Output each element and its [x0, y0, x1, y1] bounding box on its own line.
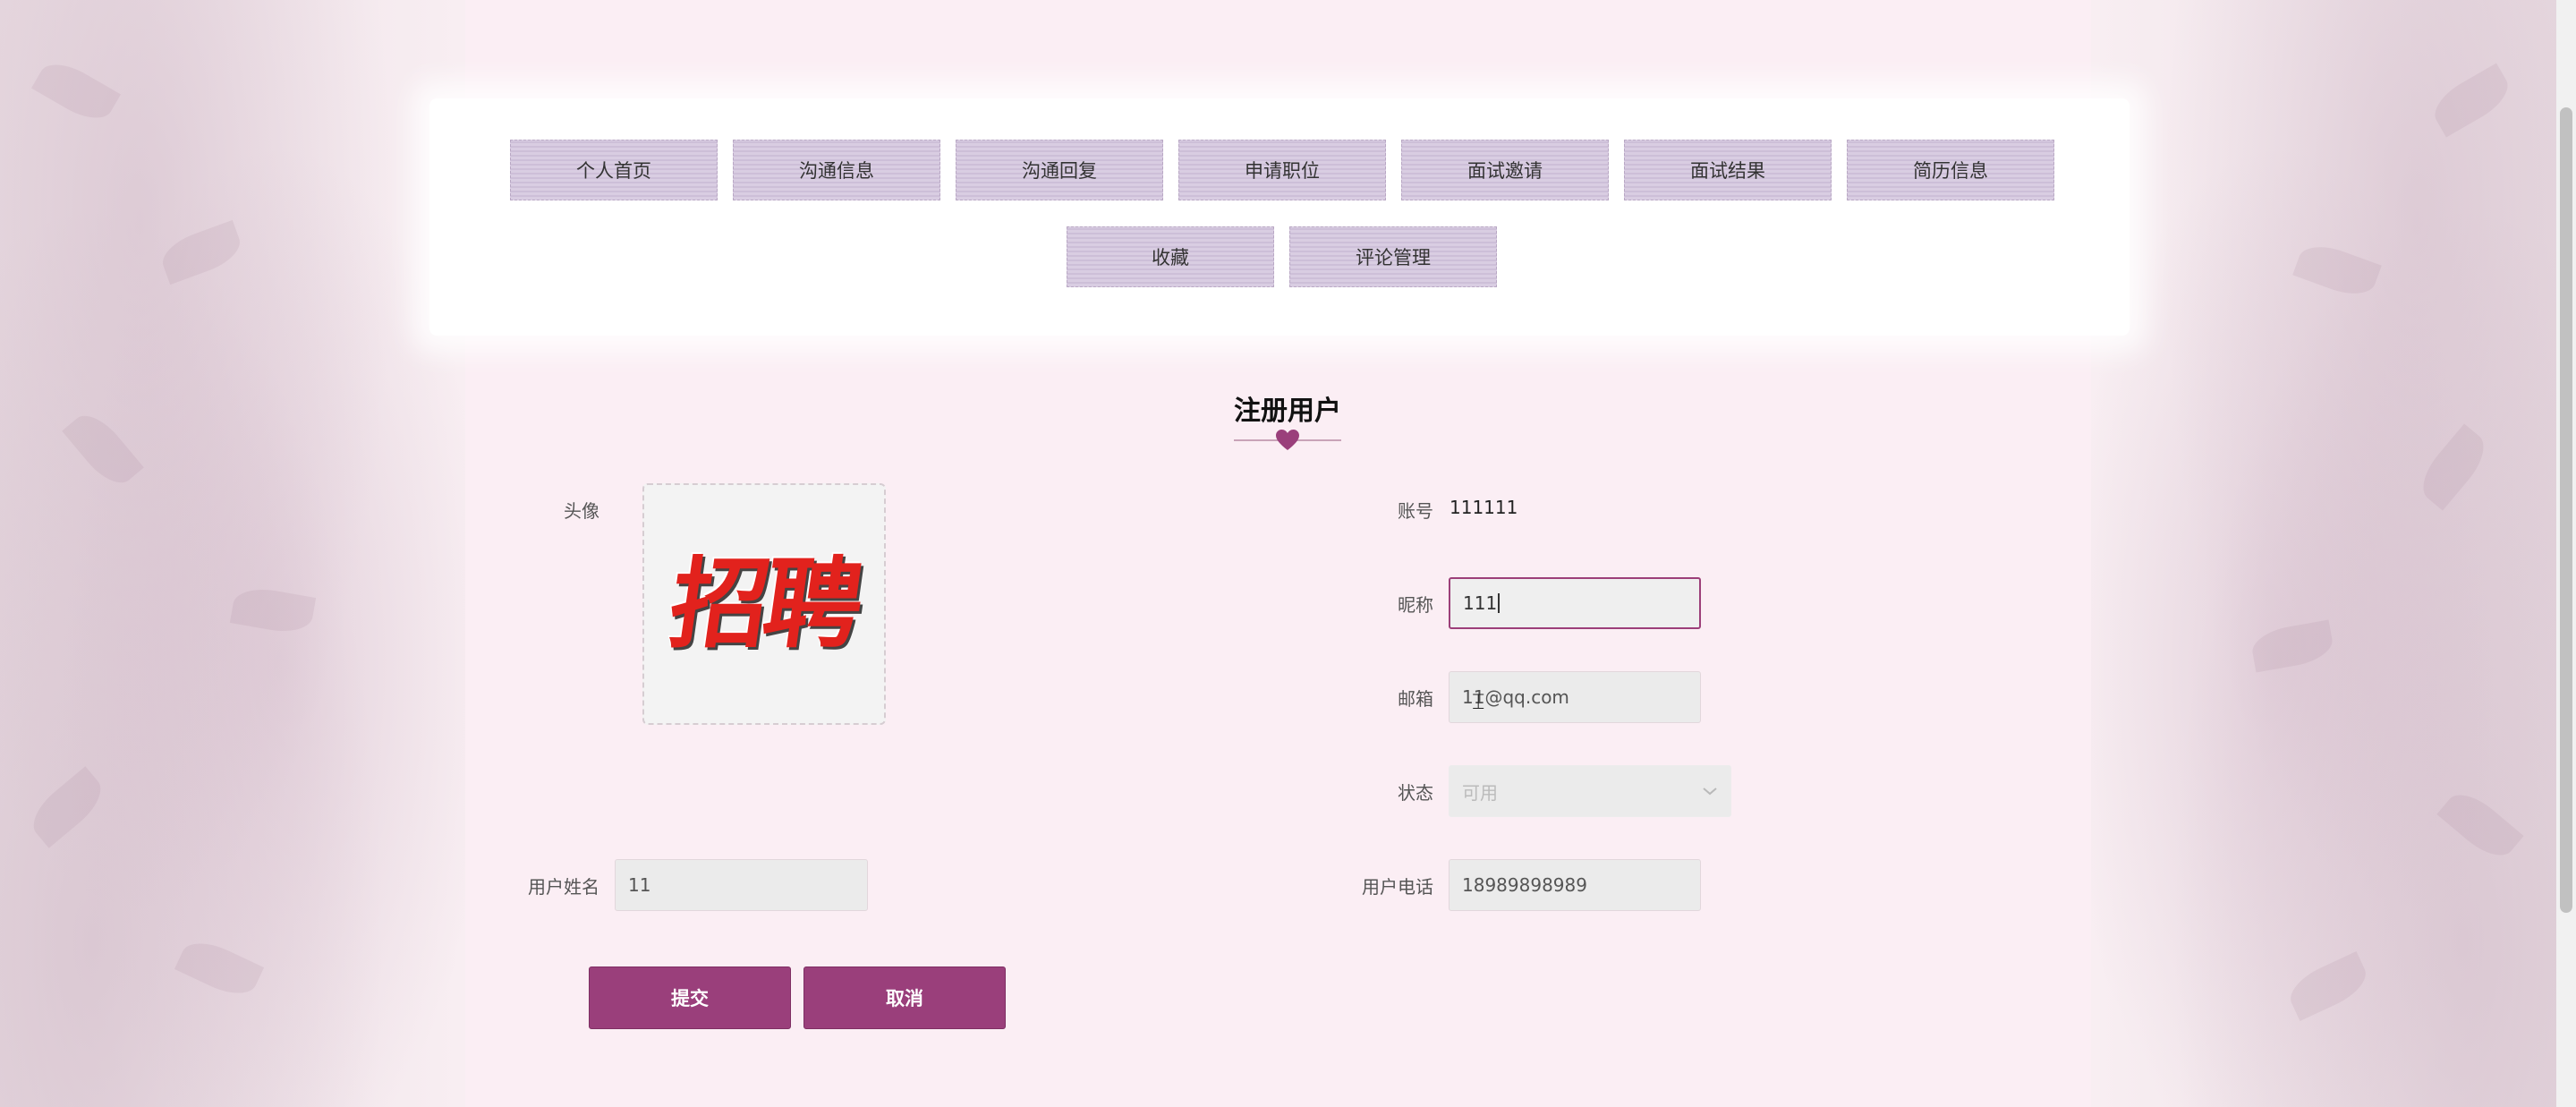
leaf-decoration	[174, 933, 265, 1003]
avatar-label: 头像	[564, 500, 599, 522]
phone-value: 18989898989	[1462, 874, 1587, 896]
username-input[interactable]: 11	[615, 859, 868, 911]
text-caret	[1498, 593, 1501, 613]
text-cursor-icon: ⌶	[1472, 689, 1485, 714]
phone-input[interactable]: 18989898989	[1449, 859, 1701, 911]
account-value: 111111	[1450, 497, 1518, 518]
leaf-decoration	[2436, 784, 2524, 866]
email-label: 邮箱	[1398, 688, 1433, 710]
leaf-decoration	[2283, 951, 2374, 1021]
nav-item-comment-management[interactable]: 评论管理	[1289, 226, 1497, 287]
email-input[interactable]: 11@qq.com	[1449, 671, 1701, 723]
status-value: 可用	[1462, 781, 1498, 804]
phone-label: 用户电话	[1362, 876, 1433, 898]
nickname-input[interactable]: 111	[1449, 577, 1701, 629]
avatar-image: 招聘	[663, 546, 866, 661]
leaf-decoration	[157, 219, 246, 285]
leaf-decoration	[2292, 237, 2382, 303]
nav-item-resume-info[interactable]: 简历信息	[1847, 140, 2054, 200]
nav-item-personal-home[interactable]: 个人首页	[510, 140, 718, 200]
nav-item-favorites[interactable]: 收藏	[1067, 226, 1274, 287]
top-nav-panel	[429, 98, 2130, 336]
nav-item-communication-info[interactable]: 沟通信息	[733, 140, 940, 200]
heart-icon	[1276, 430, 1299, 450]
leaf-decoration	[2412, 423, 2495, 511]
submit-button[interactable]: 提交	[589, 966, 791, 1029]
avatar-upload[interactable]: 招聘	[642, 483, 886, 725]
floral-background-right	[2091, 0, 2556, 1107]
status-label: 状态	[1398, 782, 1433, 804]
floral-background-left	[0, 0, 465, 1107]
scrollbar-thumb[interactable]	[2560, 107, 2572, 913]
leaf-decoration	[62, 405, 144, 493]
nickname-label: 昵称	[1398, 594, 1433, 616]
nav-item-interview-invite[interactable]: 面试邀请	[1401, 140, 1609, 200]
nav-item-communication-reply[interactable]: 沟通回复	[956, 140, 1163, 200]
leaf-decoration	[31, 54, 121, 129]
leaf-decoration	[23, 766, 111, 848]
scrollbar[interactable]	[2556, 0, 2576, 1107]
status-select[interactable]: 可用	[1449, 765, 1731, 817]
username-label: 用户姓名	[528, 876, 599, 898]
leaf-decoration	[229, 583, 317, 637]
nav-item-interview-result[interactable]: 面试结果	[1624, 140, 1832, 200]
nickname-value: 111	[1463, 592, 1498, 614]
chevron-down-icon	[1703, 788, 1717, 796]
username-value: 11	[628, 874, 651, 896]
cancel-button[interactable]: 取消	[803, 966, 1006, 1029]
leaf-decoration	[2249, 619, 2336, 673]
account-label: 账号	[1398, 500, 1433, 522]
leaf-decoration	[2427, 63, 2516, 138]
page-title: 注册用户	[1234, 396, 1341, 427]
nav-item-apply-position[interactable]: 申请职位	[1178, 140, 1386, 200]
